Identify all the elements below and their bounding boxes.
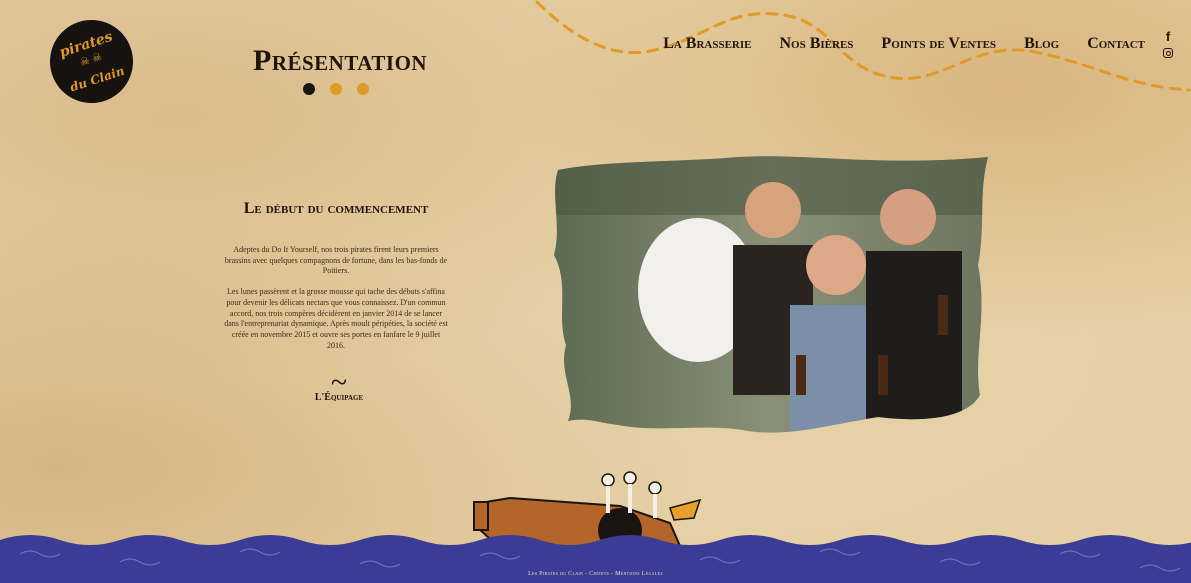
carousel-dot-3[interactable] (357, 83, 369, 95)
main-nav: La Brasserie Nos Bières Points de Ventes… (635, 35, 1145, 53)
crew-link[interactable]: ~ L'Équipage (308, 366, 370, 404)
facebook-icon[interactable]: f (1166, 30, 1170, 43)
crew-link-label: L'Équipage (314, 392, 364, 403)
carousel-dots (303, 83, 369, 95)
body-paragraph-1: Adeptes du Do It Yourself, nos trois pir… (224, 245, 448, 276)
carousel-dot-1[interactable] (303, 83, 315, 95)
wave-flourish-icon: ~ (330, 366, 348, 399)
footer-links[interactable]: Les Pirates du Clain - Crédits - Mention… (0, 571, 1191, 577)
section-body: Adeptes du Do It Yourself, nos trois pir… (224, 245, 448, 361)
nav-points-de-ventes[interactable]: Points de Ventes (881, 35, 996, 53)
nav-nos-bieres[interactable]: Nos Bières (780, 35, 854, 53)
nav-blog[interactable]: Blog (1024, 35, 1059, 53)
carousel-dot-2[interactable] (330, 83, 342, 95)
nav-contact[interactable]: Contact (1087, 35, 1145, 53)
social-links: f (1163, 30, 1173, 58)
nav-la-brasserie[interactable]: La Brasserie (663, 35, 751, 53)
page-title: Présentation (253, 44, 428, 77)
logo-text-bottom: du Clain (68, 63, 127, 95)
body-paragraph-2: Les lunes passèrent et la grosse mousse … (224, 287, 448, 350)
team-photo (554, 156, 988, 433)
instagram-icon[interactable] (1163, 48, 1173, 58)
section-title: Le début du commencement (243, 200, 429, 217)
brand-logo[interactable]: pirates ☠ ☠ du Clain (39, 9, 144, 114)
